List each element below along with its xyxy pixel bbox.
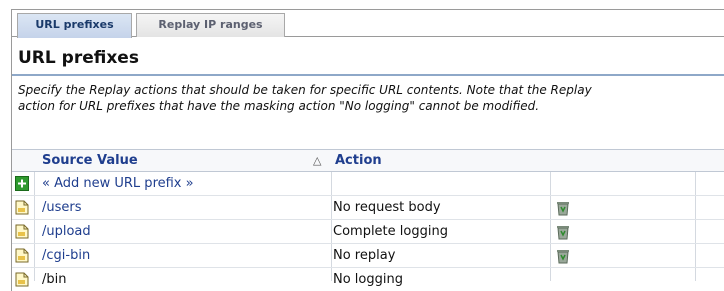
trash-icon[interactable] — [555, 248, 571, 264]
tab-bar: URL prefixes Replay IP ranges — [12, 10, 724, 38]
title-divider — [12, 74, 724, 76]
description-line-2: action for URL prefixes that have the ma… — [18, 99, 540, 113]
description-line-1: Specify the Replay actions that should b… — [18, 83, 592, 97]
action-value[interactable]: No replay — [333, 244, 395, 267]
page-icon — [15, 248, 29, 263]
page-icon — [15, 272, 29, 287]
table-header: Source Value △ Action — [12, 149, 724, 172]
action-value[interactable]: Complete logging — [333, 220, 448, 243]
action-value: No logging — [333, 272, 403, 287]
source-value-link[interactable]: /users — [42, 196, 82, 219]
source-value-link[interactable]: /upload — [42, 220, 91, 243]
column-header-source-value[interactable]: Source Value — [42, 150, 138, 172]
table-row: /bin No logging — [12, 268, 724, 291]
add-row: « Add new URL prefix » — [12, 172, 724, 196]
tab-replay-ip-ranges[interactable]: Replay IP ranges — [136, 13, 285, 37]
add-url-prefix-link[interactable]: « Add new URL prefix » — [42, 172, 194, 195]
content-frame: URL prefixes Replay IP ranges URL prefix… — [11, 9, 724, 291]
page-description: Specify the Replay actions that should b… — [18, 82, 724, 114]
tab-url-prefixes[interactable]: URL prefixes — [17, 13, 132, 38]
page-icon — [15, 200, 29, 215]
table-row: /upload Complete logging — [12, 220, 724, 244]
plus-icon[interactable] — [15, 176, 29, 191]
source-value-link[interactable]: /cgi-bin — [42, 244, 90, 267]
table-row: /users No request body — [12, 196, 724, 220]
page-icon — [15, 224, 29, 239]
trash-icon[interactable] — [555, 200, 571, 216]
trash-icon[interactable] — [555, 224, 571, 240]
table-row: /cgi-bin No replay — [12, 244, 724, 268]
column-header-action[interactable]: Action — [335, 150, 382, 172]
page-title: URL prefixes — [18, 48, 139, 68]
action-value[interactable]: No request body — [333, 196, 441, 219]
source-value-text: /bin — [42, 272, 67, 287]
sort-ascending-icon[interactable]: △ — [313, 150, 321, 172]
